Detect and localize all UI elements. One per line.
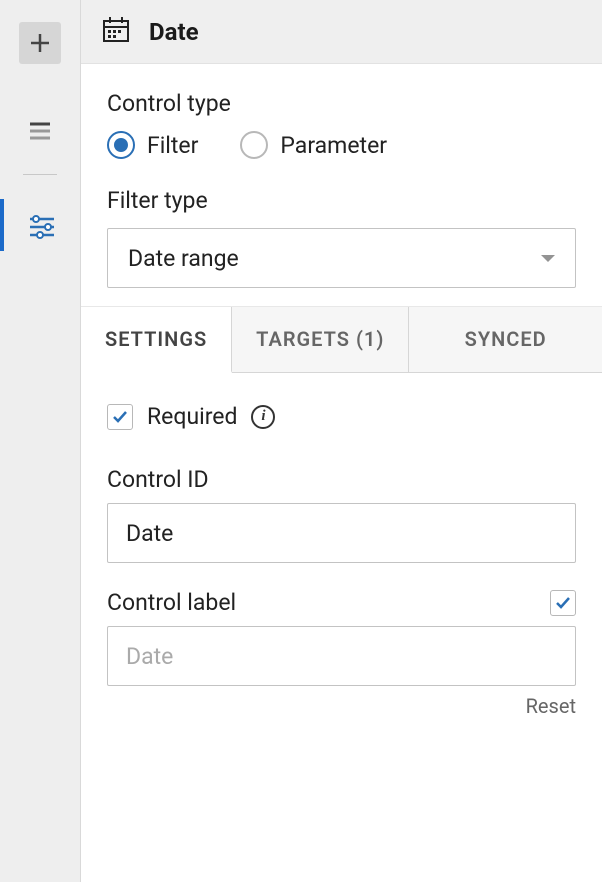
required-checkbox[interactable] <box>107 404 133 430</box>
config-panel: Date Control type Filter Parameter Filte… <box>80 0 602 882</box>
required-row: Required i <box>107 403 576 430</box>
list-icon[interactable] <box>19 108 61 150</box>
tab-synced[interactable]: SYNCED <box>409 307 602 372</box>
control-id-label: Control ID <box>107 466 209 493</box>
panel-header: Date <box>81 0 602 64</box>
reset-link[interactable]: Reset <box>107 694 576 718</box>
control-type-options: Filter Parameter <box>107 131 576 159</box>
radio-parameter[interactable]: Parameter <box>240 131 387 159</box>
info-icon[interactable]: i <box>251 405 275 429</box>
left-toolbar <box>0 0 80 882</box>
control-id-input[interactable] <box>107 503 576 563</box>
radio-parameter-indicator <box>240 131 268 159</box>
filter-type-select[interactable]: Date range <box>107 228 576 288</box>
filter-type-section: Filter type Date range <box>81 177 602 306</box>
sliders-icon[interactable] <box>0 199 80 251</box>
required-label: Required <box>147 403 237 430</box>
settings-body: Required i Control ID Control label Rese… <box>81 373 602 732</box>
control-label-checkbox[interactable] <box>550 590 576 616</box>
control-id-group: Control ID <box>107 466 576 563</box>
settings-tabs: SETTINGS TARGETS (1) SYNCED <box>81 306 602 373</box>
control-label-group: Control label Reset <box>107 589 576 718</box>
radio-filter-indicator <box>107 131 135 159</box>
control-type-label: Control type <box>107 90 576 117</box>
radio-filter-label: Filter <box>147 132 198 159</box>
calendar-icon <box>101 15 131 49</box>
add-button[interactable] <box>19 22 61 64</box>
radio-filter[interactable]: Filter <box>107 131 198 159</box>
control-type-section: Control type Filter Parameter <box>81 64 602 177</box>
control-label-input[interactable] <box>107 626 576 686</box>
tab-targets[interactable]: TARGETS (1) <box>232 307 409 372</box>
tab-settings[interactable]: SETTINGS <box>81 307 232 373</box>
chevron-down-icon <box>541 255 555 262</box>
filter-type-value: Date range <box>128 245 239 272</box>
panel-title: Date <box>149 18 199 46</box>
toolbar-divider <box>23 174 57 175</box>
filter-type-label: Filter type <box>107 187 576 214</box>
radio-parameter-label: Parameter <box>280 132 387 159</box>
control-label-label: Control label <box>107 589 236 616</box>
